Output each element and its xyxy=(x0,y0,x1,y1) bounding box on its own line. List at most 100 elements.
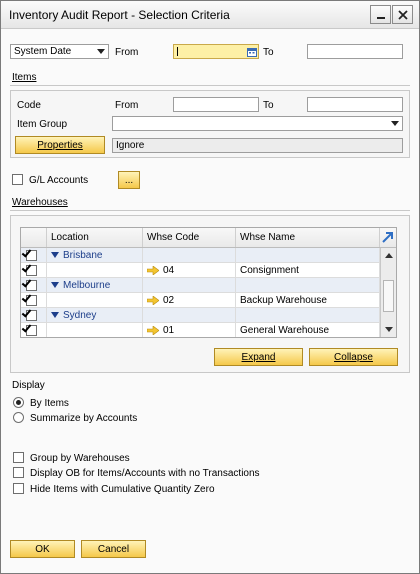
cancel-button-label: Cancel xyxy=(97,543,130,555)
by-items-radio[interactable] xyxy=(13,397,24,408)
link-arrow-icon[interactable] xyxy=(381,231,394,244)
name-cell xyxy=(236,308,380,322)
whse-code: 01 xyxy=(163,324,175,336)
grid-header-check xyxy=(21,228,47,247)
warehouse-row[interactable]: 04 Consignment xyxy=(21,263,380,278)
title-bar: Inventory Audit Report - Selection Crite… xyxy=(1,1,419,29)
minimize-button[interactable] xyxy=(370,5,391,24)
ok-button-label: OK xyxy=(35,543,50,555)
warehouses-section-label: Warehouses xyxy=(12,197,68,208)
scroll-thumb[interactable] xyxy=(383,280,394,312)
warehouses-grid: Location Whse Code Whse Name Brisbane 04… xyxy=(20,227,397,338)
hide-items-zero-label: Hide Items with Cumulative Quantity Zero xyxy=(30,484,215,495)
location-cell xyxy=(47,293,143,307)
text-cursor xyxy=(177,47,178,56)
collapse-triangle-icon[interactable] xyxy=(51,252,59,258)
location-name: Sydney xyxy=(63,309,97,321)
scroll-up-icon[interactable] xyxy=(385,253,393,258)
display-ob-label: Display OB for Items/Accounts with no Tr… xyxy=(30,468,260,479)
location-name: Melbourne xyxy=(63,279,111,291)
grid-scrollbar[interactable] xyxy=(380,248,396,337)
row-arrow-icon[interactable] xyxy=(147,325,159,335)
code-cell: 04 xyxy=(143,263,236,277)
date-from-field[interactable] xyxy=(173,44,259,59)
row-check-cell xyxy=(21,323,47,337)
whse-name: Backup Warehouse xyxy=(240,294,327,306)
warehouse-group-row[interactable]: Melbourne xyxy=(21,278,380,293)
location-name: Brisbane xyxy=(63,249,103,261)
code-to-field[interactable] xyxy=(307,97,403,112)
whse-code: 02 xyxy=(163,294,175,306)
group-by-warehouses-label: Group by Warehouses xyxy=(30,453,130,464)
by-items-label: By Items xyxy=(30,398,69,409)
code-to-label: To xyxy=(263,100,274,111)
warehouses-section-rule xyxy=(10,210,410,211)
row-checkbox[interactable] xyxy=(26,279,37,291)
code-from-field[interactable] xyxy=(173,97,259,112)
collapse-button[interactable]: Collapse xyxy=(309,348,398,366)
collapse-triangle-icon[interactable] xyxy=(51,312,59,318)
close-button[interactable] xyxy=(392,5,413,24)
location-cell: Melbourne xyxy=(47,278,143,292)
code-cell: 01 xyxy=(143,323,236,337)
location-cell: Sydney xyxy=(47,308,143,322)
warehouse-group-row[interactable]: Sydney xyxy=(21,308,380,323)
code-cell xyxy=(143,248,236,262)
grid-header-whse-code[interactable]: Whse Code xyxy=(143,228,236,247)
name-cell: Consignment xyxy=(236,263,380,277)
display-label: Display xyxy=(12,380,45,391)
whse-name: General Warehouse xyxy=(240,324,330,336)
minimize-icon xyxy=(376,16,385,19)
gl-accounts-label: G/L Accounts xyxy=(29,175,89,186)
code-label: Code xyxy=(17,100,41,111)
display-ob-checkbox[interactable] xyxy=(13,467,24,478)
selection-criteria-window: Inventory Audit Report - Selection Crite… xyxy=(0,0,420,574)
properties-value-field: Ignore xyxy=(112,138,403,153)
location-cell xyxy=(47,263,143,277)
properties-button-label: Properties xyxy=(37,139,83,151)
name-cell xyxy=(236,278,380,292)
summarize-by-accounts-label: Summarize by Accounts xyxy=(30,413,138,424)
location-cell xyxy=(47,323,143,337)
close-icon xyxy=(397,9,408,20)
expand-button[interactable]: Expand xyxy=(214,348,303,366)
whse-name: Consignment xyxy=(240,264,299,276)
row-arrow-icon[interactable] xyxy=(147,265,159,275)
grid-header-whse-name[interactable]: Whse Name xyxy=(236,228,380,247)
date-to-field[interactable] xyxy=(307,44,403,59)
collapse-triangle-icon[interactable] xyxy=(51,282,59,288)
cancel-button[interactable]: Cancel xyxy=(81,540,146,558)
calendar-icon[interactable] xyxy=(247,47,257,57)
group-by-warehouses-checkbox[interactable] xyxy=(13,452,24,463)
row-arrow-icon[interactable] xyxy=(147,295,159,305)
warehouse-row[interactable]: 02 Backup Warehouse xyxy=(21,293,380,308)
properties-button[interactable]: Properties xyxy=(15,136,105,154)
gl-accounts-browse-button[interactable]: ... xyxy=(118,171,140,189)
row-checkbox[interactable] xyxy=(26,249,37,261)
gl-accounts-browse-label: ... xyxy=(124,174,134,186)
row-check-cell xyxy=(21,248,47,262)
row-check-cell xyxy=(21,308,47,322)
row-check-cell xyxy=(21,293,47,307)
hide-items-zero-checkbox[interactable] xyxy=(13,483,24,494)
warehouse-row[interactable]: 01 General Warehouse xyxy=(21,323,380,337)
scroll-down-icon[interactable] xyxy=(385,327,393,332)
row-checkbox[interactable] xyxy=(26,294,37,306)
collapse-button-label: Collapse xyxy=(334,351,373,363)
grid-header: Location Whse Code Whse Name xyxy=(21,228,396,248)
warehouse-group-row[interactable]: Brisbane xyxy=(21,248,380,263)
date-type-value: System Date xyxy=(14,46,72,57)
gl-accounts-checkbox[interactable] xyxy=(12,174,23,185)
window-title: Inventory Audit Report - Selection Crite… xyxy=(9,8,230,22)
row-checkbox[interactable] xyxy=(26,309,37,321)
item-group-select[interactable] xyxy=(112,116,403,131)
date-type-select[interactable]: System Date xyxy=(10,44,109,59)
date-to-label: To xyxy=(263,47,274,58)
items-section-label: Items xyxy=(12,72,37,83)
ok-button[interactable]: OK xyxy=(10,540,75,558)
row-checkbox[interactable] xyxy=(26,264,37,276)
grid-header-location[interactable]: Location xyxy=(47,228,143,247)
row-checkbox[interactable] xyxy=(26,324,37,336)
code-from-label: From xyxy=(115,100,139,111)
summarize-by-accounts-radio[interactable] xyxy=(13,412,24,423)
